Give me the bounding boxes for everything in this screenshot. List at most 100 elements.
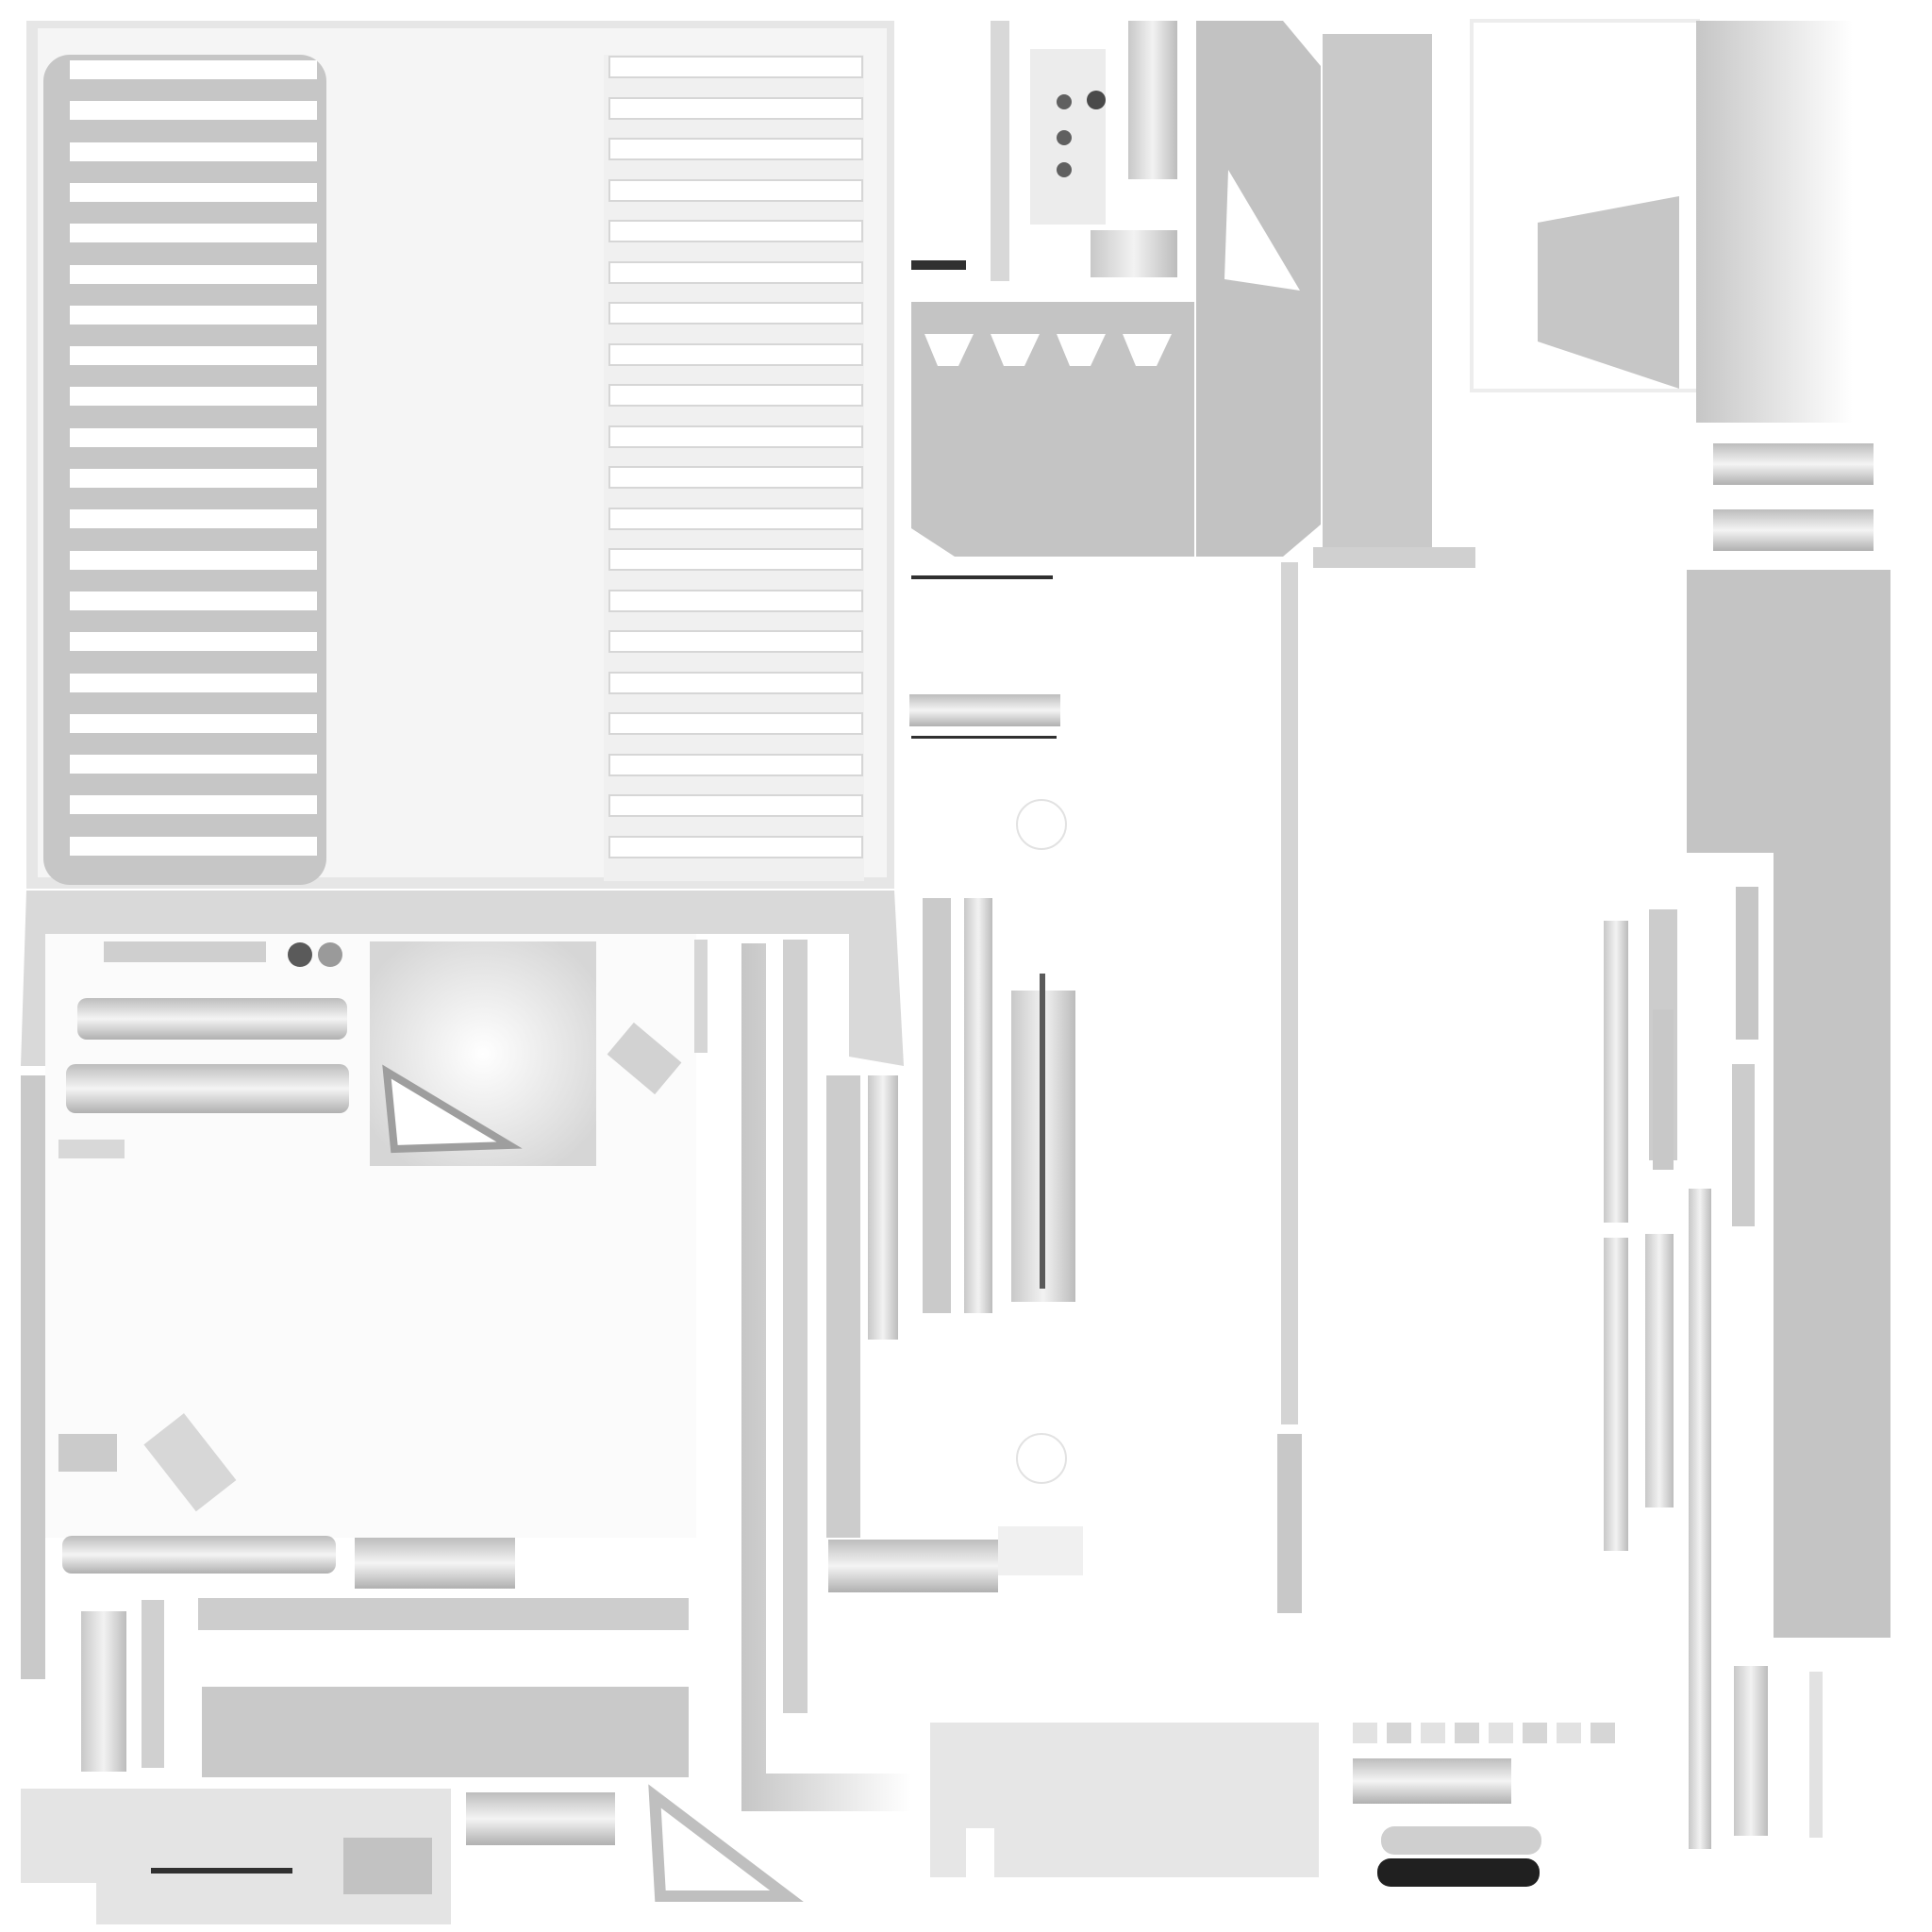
tube-2: [1713, 509, 1874, 551]
vent-slot: [70, 306, 317, 325]
short-post-1: [81, 1611, 126, 1772]
vent-slot: [70, 632, 317, 651]
vent-slot: [70, 755, 317, 774]
small-notch: [58, 1140, 125, 1158]
vent-slot: [608, 548, 863, 571]
mount-plate: [909, 694, 1075, 1484]
vertical-rail-3: [868, 1075, 898, 1340]
long-bar-2: [202, 1687, 689, 1777]
bracket-bar: [466, 1792, 615, 1845]
tall-block: [1696, 21, 1853, 423]
rail-3: [62, 1536, 336, 1574]
clip: [1455, 1723, 1479, 1743]
jack-strip: [991, 21, 1009, 281]
mount-strip-1: [923, 898, 951, 1313]
panel-strip-6: [1604, 1238, 1628, 1551]
screw-hole-3: [1057, 162, 1072, 177]
vent-slot: [70, 60, 317, 79]
clip-row: [1353, 1723, 1615, 1743]
vent-slot: [70, 183, 317, 202]
mount-hole-2: [1016, 1433, 1067, 1484]
screw-hole-b: [318, 942, 342, 967]
vertical-strip-1: [694, 940, 708, 1053]
vent-slot: [70, 837, 317, 856]
vent-slot: [608, 384, 863, 407]
vent-slot: [608, 754, 863, 776]
clip: [1421, 1723, 1445, 1743]
jack-socket: [1091, 230, 1177, 277]
vent-slot: [608, 672, 863, 694]
mount-bar: [909, 694, 1060, 726]
vent-slot: [608, 425, 863, 448]
clip: [1557, 1723, 1581, 1743]
wing-strip: [1313, 547, 1475, 568]
panel-strip-1: [1604, 921, 1628, 1223]
panel-strip-4: [1736, 887, 1758, 1040]
rail-core: [1281, 562, 1298, 1424]
clip: [1387, 1723, 1411, 1743]
tube-1: [1713, 443, 1874, 485]
jack-tab-left: [911, 260, 966, 270]
clip-bar-2: [1381, 1826, 1541, 1855]
vertical-rail-1: [783, 940, 808, 1713]
clip: [1353, 1723, 1377, 1743]
vent-slot: [608, 97, 863, 120]
connector-wing: [1196, 21, 1321, 557]
rail-foot: [1277, 1434, 1302, 1613]
vent-slot: [70, 509, 317, 528]
vent-slot: [608, 302, 863, 325]
mount-pin: [1040, 974, 1045, 1289]
mount-strip-2: [964, 898, 992, 1313]
vent-slot: [70, 674, 317, 692]
vent-slot: [608, 508, 863, 530]
panel-strip-3: [1653, 1009, 1674, 1170]
mount-line: [911, 736, 1057, 739]
vent-slot: [608, 466, 863, 489]
screw-hole-2: [1057, 130, 1072, 145]
large-panel-body: [1687, 570, 1890, 1638]
small-clips: [1353, 1723, 1615, 1887]
vent-slot: [608, 220, 863, 242]
vent-slot: [70, 265, 317, 284]
vent-slot: [70, 101, 317, 120]
vent-slot: [70, 591, 317, 610]
panel-strip-5: [1732, 1064, 1755, 1226]
jack-plate: [911, 21, 1177, 281]
vent-slot: [608, 712, 863, 735]
right-upper-panel: [1470, 19, 1874, 551]
horizontal-tab: [998, 1526, 1083, 1575]
panel-strip-7: [1645, 1234, 1674, 1507]
bracket-left-edge: [21, 1075, 45, 1679]
vent-slot: [70, 346, 317, 365]
small-cylinder: [1734, 1666, 1768, 1836]
screw-hole-a: [288, 942, 312, 967]
long-vertical-rail: [1277, 562, 1302, 1613]
rail-2: [66, 1064, 349, 1113]
vent-slot: [70, 551, 317, 570]
vent-slot: [608, 179, 863, 202]
mount-hole-1: [1016, 799, 1067, 850]
clip-bar-1: [1353, 1758, 1511, 1804]
vertical-rail-2: [826, 1075, 860, 1538]
vent-slot: [608, 56, 863, 78]
bottom-tray-notch: [966, 1828, 994, 1877]
vent-slot: [608, 261, 863, 284]
vent-slot: [608, 836, 863, 858]
vent-slot: [70, 795, 317, 814]
vent-slot: [608, 343, 863, 366]
base-line: [911, 575, 1053, 579]
clip: [1523, 1723, 1547, 1743]
clip: [1489, 1723, 1513, 1743]
lower-bracket-panel: [21, 891, 904, 1777]
bracket-slot: [151, 1868, 292, 1874]
small-plug: [58, 1434, 117, 1472]
wing-block: [1323, 34, 1432, 558]
vent-slot: [70, 224, 317, 242]
long-bar-1: [198, 1598, 689, 1630]
screw-hole-4: [1087, 91, 1106, 109]
bracket-window: [343, 1838, 432, 1894]
clip: [1591, 1723, 1615, 1743]
vent-slot: [70, 387, 317, 406]
rail-top-1: [104, 941, 266, 962]
vent-slot: [70, 469, 317, 488]
